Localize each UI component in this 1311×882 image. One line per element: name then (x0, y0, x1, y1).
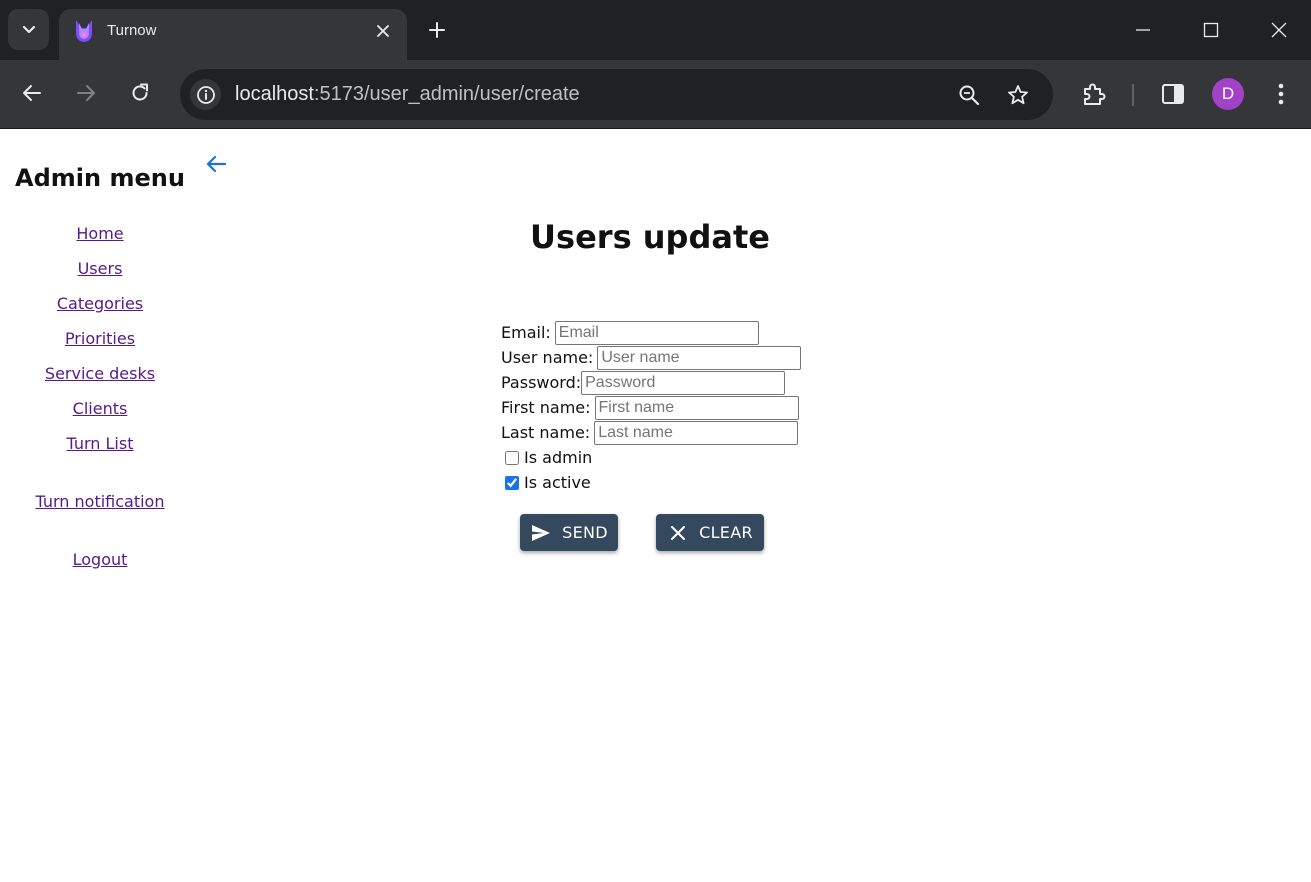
tab-search-button[interactable] (8, 9, 49, 50)
url-text[interactable]: localhost:5173/user_admin/user/create (235, 83, 580, 106)
first-name-field[interactable] (594, 395, 799, 420)
sidebar-item-logout[interactable]: Logout (0, 550, 200, 569)
close-icon (667, 522, 689, 544)
site-info-button[interactable] (190, 79, 221, 110)
password-field[interactable] (581, 370, 786, 395)
user-form: Email: User name: Password: First name: … (501, 320, 802, 495)
sidebar-item-home[interactable]: Home (0, 224, 200, 243)
send-icon (530, 522, 552, 544)
sidebar-item-turn-notification[interactable]: Turn notification (0, 492, 200, 511)
close-icon (377, 25, 389, 37)
last-name-row: Last name: (501, 420, 801, 445)
send-button-label: SEND (562, 523, 608, 542)
first-name-label: First name: (501, 398, 591, 417)
address-bar[interactable]: localhost:5173/user_admin/user/create (180, 69, 1053, 120)
password-row: Password: (501, 370, 801, 395)
sidebar-item-priorities[interactable]: Priorities (0, 329, 200, 348)
browser-menu-button[interactable] (1265, 78, 1297, 110)
sidebar-item-categories[interactable]: Categories (0, 294, 200, 313)
browser-toolbar: localhost:5173/user_admin/user/create D (0, 60, 1311, 129)
sidebar-item-clients[interactable]: Clients (0, 399, 200, 418)
send-button[interactable]: SEND (520, 514, 618, 551)
star-icon (1008, 85, 1028, 105)
is-admin-row: Is admin (501, 445, 801, 470)
first-name-row: First name: (501, 395, 801, 420)
email-row: Email: (501, 320, 801, 345)
bookmark-button[interactable] (1004, 81, 1032, 109)
is-admin-checkbox[interactable] (505, 450, 519, 465)
last-name-field[interactable] (594, 420, 799, 445)
username-row: User name: (501, 345, 802, 370)
arrow-right-icon (77, 85, 95, 101)
tab-close-button[interactable] (371, 19, 395, 43)
browser-tabstrip: Turnow (0, 0, 1311, 60)
is-active-checkbox[interactable] (505, 475, 519, 490)
minimize-icon (1136, 29, 1150, 31)
side-panel-button[interactable] (1157, 78, 1189, 110)
page-content: Admin menu Home Users Categories Priorit… (0, 130, 1311, 882)
sidebar-item-service-desks[interactable]: Service desks (0, 364, 200, 383)
maximize-icon (1203, 22, 1219, 38)
maximize-button[interactable] (1195, 14, 1227, 46)
info-icon (196, 85, 215, 104)
password-label: Password: (501, 373, 582, 392)
puzzle-icon (1084, 83, 1106, 105)
minimize-button[interactable] (1127, 14, 1159, 46)
reload-icon (132, 83, 148, 101)
zoom-out-icon (959, 85, 980, 106)
chevron-down-icon (22, 25, 35, 33)
profile-avatar[interactable]: D (1212, 78, 1244, 110)
arrow-left-icon (23, 85, 41, 101)
url-host: localhost (235, 83, 314, 105)
username-label: User name: (501, 348, 594, 367)
toolbar-divider (1132, 84, 1134, 106)
clear-button[interactable]: CLEAR (656, 514, 764, 551)
last-name-label: Last name: (501, 423, 591, 442)
tab-title: Turnow (107, 22, 157, 39)
page-title: Users update (530, 218, 770, 256)
url-path: :5173/user_admin/user/create (313, 83, 580, 105)
sidebar-item-users[interactable]: Users (0, 259, 200, 278)
more-vertical-icon (1278, 83, 1284, 105)
arrow-left-icon (206, 155, 227, 173)
sidebar-item-turn-list[interactable]: Turn List (0, 434, 200, 453)
sidebar-title: Admin menu (15, 164, 185, 192)
reload-button[interactable] (123, 76, 157, 110)
close-icon (1271, 22, 1287, 38)
plus-icon (429, 22, 445, 38)
is-active-label: Is active (524, 473, 591, 492)
new-tab-button[interactable] (423, 16, 451, 44)
turnow-logo-icon (76, 20, 92, 42)
email-field[interactable] (554, 320, 759, 345)
is-admin-label: Is admin (524, 448, 593, 467)
browser-tab-active[interactable]: Turnow (59, 9, 407, 60)
is-active-row: Is active (501, 470, 801, 495)
zoom-button[interactable] (955, 81, 983, 109)
back-button[interactable] (15, 76, 49, 110)
back-link[interactable] (202, 150, 230, 178)
email-label: Email: (501, 323, 551, 342)
username-field[interactable] (597, 345, 802, 370)
side-panel-icon (1162, 84, 1184, 104)
extensions-button[interactable] (1078, 78, 1110, 110)
forward-button[interactable] (69, 76, 103, 110)
clear-button-label: CLEAR (699, 523, 753, 542)
window-close-button[interactable] (1263, 14, 1295, 46)
